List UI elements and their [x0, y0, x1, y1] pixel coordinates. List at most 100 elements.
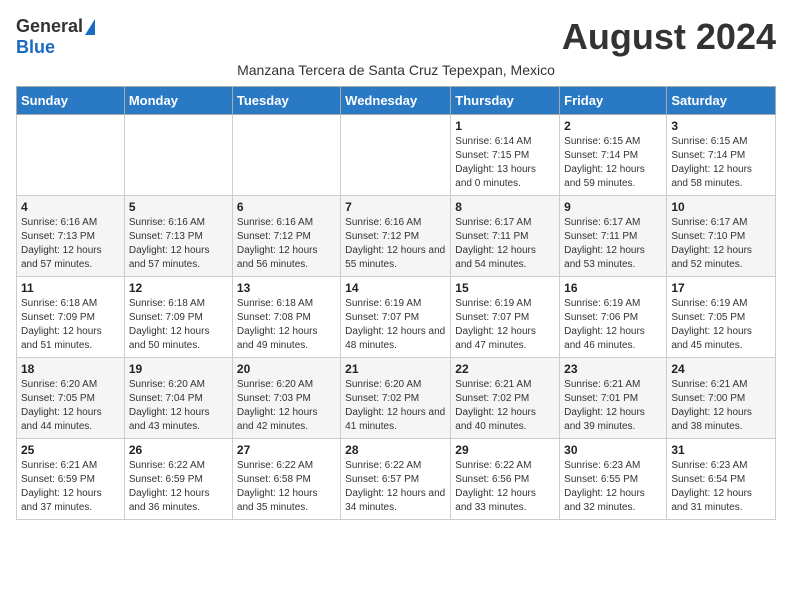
- day-number: 28: [345, 443, 446, 457]
- calendar-cell: 28 Sunrise: 6:22 AM Sunset: 6:57 PM Dayli…: [341, 439, 451, 520]
- day-info: Sunrise: 6:19 AM Sunset: 7:06 PM Dayligh…: [564, 297, 662, 353]
- day-number: 13: [237, 281, 336, 295]
- day-number: 3: [671, 119, 771, 133]
- calendar-cell: 9Sunrise: 6:17 AM Sunset: 7:11 PM Daylig…: [560, 196, 667, 277]
- day-info: Sunrise: 6:17 AM Sunset: 7:11 PM Dayligh…: [455, 216, 555, 272]
- day-number: 16: [564, 281, 662, 295]
- calendar-week-row: 1 Sunrise: 6:14 AM Sunset: 7:15 PM Daylig…: [17, 115, 776, 196]
- day-number: 30: [564, 443, 662, 457]
- day-info: Sunrise: 6:18 AM Sunset: 7:09 PM Dayligh…: [129, 297, 228, 353]
- day-info: Sunrise: 6:18 AM Sunset: 7:08 PM Dayligh…: [237, 297, 336, 353]
- day-info: Sunrise: 6:19 AM Sunset: 7:07 PM Dayligh…: [455, 297, 555, 353]
- calendar-cell: 25 Sunrise: 6:21 AM Sunset: 6:59 PM Dayli…: [17, 439, 125, 520]
- location-subtitle: Manzana Tercera de Santa Cruz Tepexpan, …: [16, 62, 776, 78]
- day-number: 12: [129, 281, 228, 295]
- day-info: Sunrise: 6:22 AM Sunset: 6:59 PM Dayligh…: [129, 459, 228, 515]
- day-info: Sunrise: 6:21 AM Sunset: 7:01 PM Dayligh…: [564, 378, 662, 434]
- day-number: 25: [21, 443, 120, 457]
- day-info: Sunrise: 6:22 AM Sunset: 6:57 PM Dayligh…: [345, 459, 446, 515]
- day-info: Sunrise: 6:23 AM Sunset: 6:55 PM Dayligh…: [564, 459, 662, 515]
- day-number: 21: [345, 362, 446, 376]
- day-info: Sunrise: 6:16 AM Sunset: 7:12 PM Dayligh…: [237, 216, 336, 272]
- day-number: 24: [671, 362, 771, 376]
- logo-triangle-icon: [85, 19, 95, 35]
- day-number: 8: [455, 200, 555, 214]
- calendar-cell: [341, 115, 451, 196]
- day-info: Sunrise: 6:21 AM Sunset: 7:00 PM Dayligh…: [671, 378, 771, 434]
- col-header-wednesday: Wednesday: [341, 87, 451, 115]
- calendar-cell: 27 Sunrise: 6:22 AM Sunset: 6:58 PM Dayli…: [232, 439, 340, 520]
- day-info: Sunrise: 6:16 AM Sunset: 7:12 PM Dayligh…: [345, 216, 446, 272]
- calendar-cell: 18 Sunrise: 6:20 AM Sunset: 7:05 PM Dayli…: [17, 358, 125, 439]
- day-info: Sunrise: 6:15 AM Sunset: 7:14 PM Dayligh…: [671, 135, 771, 191]
- day-info: Sunrise: 6:23 AM Sunset: 6:54 PM Dayligh…: [671, 459, 771, 515]
- calendar-cell: 16 Sunrise: 6:19 AM Sunset: 7:06 PM Dayli…: [560, 277, 667, 358]
- day-number: 31: [671, 443, 771, 457]
- day-info: Sunrise: 6:20 AM Sunset: 7:02 PM Dayligh…: [345, 378, 446, 434]
- calendar-cell: 29 Sunrise: 6:22 AM Sunset: 6:56 PM Dayli…: [451, 439, 560, 520]
- calendar-cell: 11Sunrise: 6:18 AM Sunset: 7:09 PM Dayli…: [17, 277, 125, 358]
- calendar-cell: 31 Sunrise: 6:23 AM Sunset: 6:54 PM Dayli…: [667, 439, 776, 520]
- calendar-cell: [124, 115, 232, 196]
- calendar-cell: [232, 115, 340, 196]
- calendar-cell: 26 Sunrise: 6:22 AM Sunset: 6:59 PM Dayli…: [124, 439, 232, 520]
- month-year-title: August 2024: [562, 16, 776, 58]
- calendar-cell: 23 Sunrise: 6:21 AM Sunset: 7:01 PM Dayli…: [560, 358, 667, 439]
- day-info: Sunrise: 6:21 AM Sunset: 7:02 PM Dayligh…: [455, 378, 555, 434]
- day-number: 6: [237, 200, 336, 214]
- calendar-week-row: 4 Sunrise: 6:16 AM Sunset: 7:13 PM Daylig…: [17, 196, 776, 277]
- day-number: 20: [237, 362, 336, 376]
- calendar-cell: 5Sunrise: 6:16 AM Sunset: 7:13 PM Daylig…: [124, 196, 232, 277]
- day-info: Sunrise: 6:17 AM Sunset: 7:10 PM Dayligh…: [671, 216, 771, 272]
- day-number: 15: [455, 281, 555, 295]
- col-header-friday: Friday: [560, 87, 667, 115]
- page-header: General Blue August 2024: [16, 16, 776, 58]
- day-number: 27: [237, 443, 336, 457]
- day-number: 18: [21, 362, 120, 376]
- day-number: 29: [455, 443, 555, 457]
- day-info: Sunrise: 6:22 AM Sunset: 6:56 PM Dayligh…: [455, 459, 555, 515]
- day-number: 9: [564, 200, 662, 214]
- day-info: Sunrise: 6:21 AM Sunset: 6:59 PM Dayligh…: [21, 459, 120, 515]
- day-number: 23: [564, 362, 662, 376]
- calendar-cell: 10Sunrise: 6:17 AM Sunset: 7:10 PM Dayli…: [667, 196, 776, 277]
- day-number: 14: [345, 281, 446, 295]
- calendar-cell: 20 Sunrise: 6:20 AM Sunset: 7:03 PM Dayli…: [232, 358, 340, 439]
- calendar-cell: 19 Sunrise: 6:20 AM Sunset: 7:04 PM Dayli…: [124, 358, 232, 439]
- calendar-cell: 6 Sunrise: 6:16 AM Sunset: 7:12 PM Daylig…: [232, 196, 340, 277]
- day-number: 2: [564, 119, 662, 133]
- day-number: 22: [455, 362, 555, 376]
- calendar-cell: 3 Sunrise: 6:15 AM Sunset: 7:14 PM Daylig…: [667, 115, 776, 196]
- logo: General Blue: [16, 16, 95, 58]
- day-info: Sunrise: 6:20 AM Sunset: 7:03 PM Dayligh…: [237, 378, 336, 434]
- calendar-cell: 22 Sunrise: 6:21 AM Sunset: 7:02 PM Dayli…: [451, 358, 560, 439]
- calendar-header: SundayMondayTuesdayWednesdayThursdayFrid…: [17, 87, 776, 115]
- calendar-cell: 21 Sunrise: 6:20 AM Sunset: 7:02 PM Dayli…: [341, 358, 451, 439]
- day-number: 7: [345, 200, 446, 214]
- day-info: Sunrise: 6:22 AM Sunset: 6:58 PM Dayligh…: [237, 459, 336, 515]
- day-number: 4: [21, 200, 120, 214]
- day-info: Sunrise: 6:19 AM Sunset: 7:07 PM Dayligh…: [345, 297, 446, 353]
- day-number: 1: [455, 119, 555, 133]
- col-header-monday: Monday: [124, 87, 232, 115]
- calendar-cell: 17Sunrise: 6:19 AM Sunset: 7:05 PM Dayli…: [667, 277, 776, 358]
- day-info: Sunrise: 6:16 AM Sunset: 7:13 PM Dayligh…: [129, 216, 228, 272]
- calendar-cell: 2Sunrise: 6:15 AM Sunset: 7:14 PM Daylig…: [560, 115, 667, 196]
- day-number: 19: [129, 362, 228, 376]
- logo-general-text: General: [16, 16, 83, 37]
- day-number: 11: [21, 281, 120, 295]
- calendar-cell: 12 Sunrise: 6:18 AM Sunset: 7:09 PM Dayli…: [124, 277, 232, 358]
- calendar-week-row: 18 Sunrise: 6:20 AM Sunset: 7:05 PM Dayli…: [17, 358, 776, 439]
- calendar-cell: 14 Sunrise: 6:19 AM Sunset: 7:07 PM Dayli…: [341, 277, 451, 358]
- day-info: Sunrise: 6:16 AM Sunset: 7:13 PM Dayligh…: [21, 216, 120, 272]
- day-info: Sunrise: 6:14 AM Sunset: 7:15 PM Dayligh…: [455, 135, 555, 191]
- day-info: Sunrise: 6:20 AM Sunset: 7:05 PM Dayligh…: [21, 378, 120, 434]
- col-header-sunday: Sunday: [17, 87, 125, 115]
- calendar-cell: 8 Sunrise: 6:17 AM Sunset: 7:11 PM Daylig…: [451, 196, 560, 277]
- day-info: Sunrise: 6:20 AM Sunset: 7:04 PM Dayligh…: [129, 378, 228, 434]
- day-number: 17: [671, 281, 771, 295]
- calendar-week-row: 11 Sunrise: 6:18 AM Sunset: 7:09 PM Dayli…: [17, 277, 776, 358]
- calendar-cell: [17, 115, 125, 196]
- day-number: 26: [129, 443, 228, 457]
- calendar-cell: 13 Sunrise: 6:18 AM Sunset: 7:08 PM Dayli…: [232, 277, 340, 358]
